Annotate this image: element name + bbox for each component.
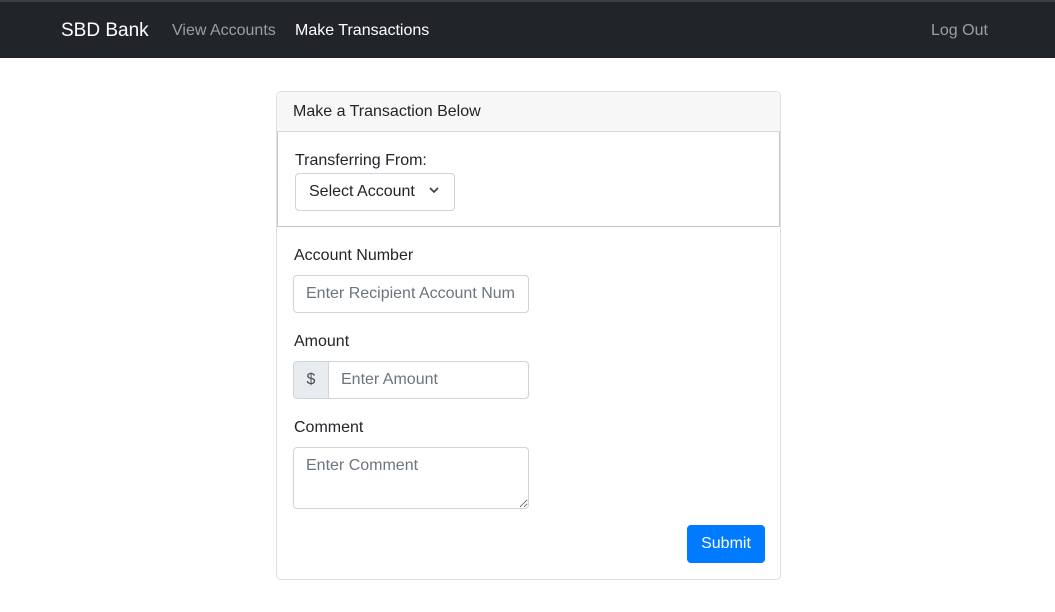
submit-button[interactable]: Submit — [687, 525, 765, 563]
account-select-dropdown[interactable]: Select Account — [295, 173, 455, 211]
logout-link[interactable]: Log Out — [931, 22, 988, 40]
top-navbar: SBD Bank View Accounts Make Transactions… — [0, 0, 1055, 58]
amount-label: Amount — [294, 333, 350, 350]
transfer-from-section: Transferring From: Select Account — [277, 132, 780, 227]
nav-make-transactions[interactable]: Make Transactions — [295, 22, 429, 40]
account-number-label: Account Number — [294, 247, 414, 264]
comment-textarea[interactable] — [293, 447, 529, 509]
card-header: Make a Transaction Below — [277, 92, 780, 132]
comment-label: Comment — [294, 419, 364, 436]
transfer-from-label: Transferring From: — [295, 152, 427, 169]
chevron-down-icon — [429, 187, 439, 194]
currency-addon: $ — [293, 361, 329, 399]
brand-link[interactable]: SBD Bank — [61, 20, 149, 42]
nav-view-accounts[interactable]: View Accounts — [172, 22, 276, 40]
transaction-card: Make a Transaction Below Transferring Fr… — [276, 91, 781, 580]
account-number-input[interactable] — [293, 275, 529, 313]
amount-input[interactable] — [328, 361, 529, 399]
account-select-value: Select Account — [309, 183, 415, 200]
card-title: Make a Transaction Below — [293, 103, 481, 120]
